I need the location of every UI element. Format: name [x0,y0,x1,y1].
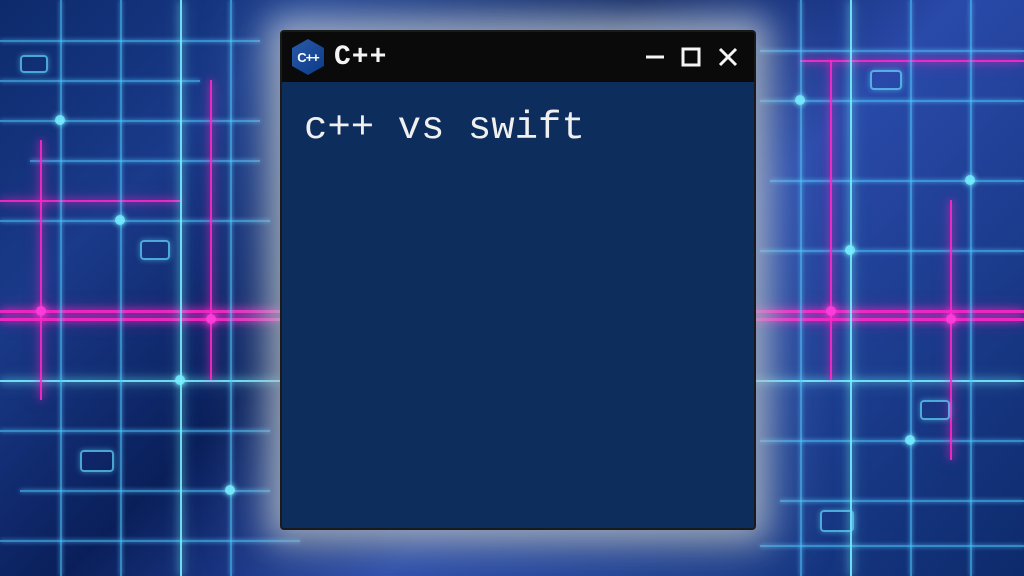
terminal-window: C++ C++ c++ vs swift [280,30,756,530]
window-body: c++ vs swift [282,82,754,528]
close-icon[interactable] [716,45,740,69]
terminal-text: c++ vs swift [304,106,732,150]
cpp-logo-icon: C++ [292,39,324,75]
window-titlebar[interactable]: C++ C++ [282,32,754,82]
maximize-icon[interactable] [680,46,702,68]
window-title: C++ [334,42,634,73]
minimize-icon[interactable] [644,46,666,68]
window-controls [644,45,744,69]
